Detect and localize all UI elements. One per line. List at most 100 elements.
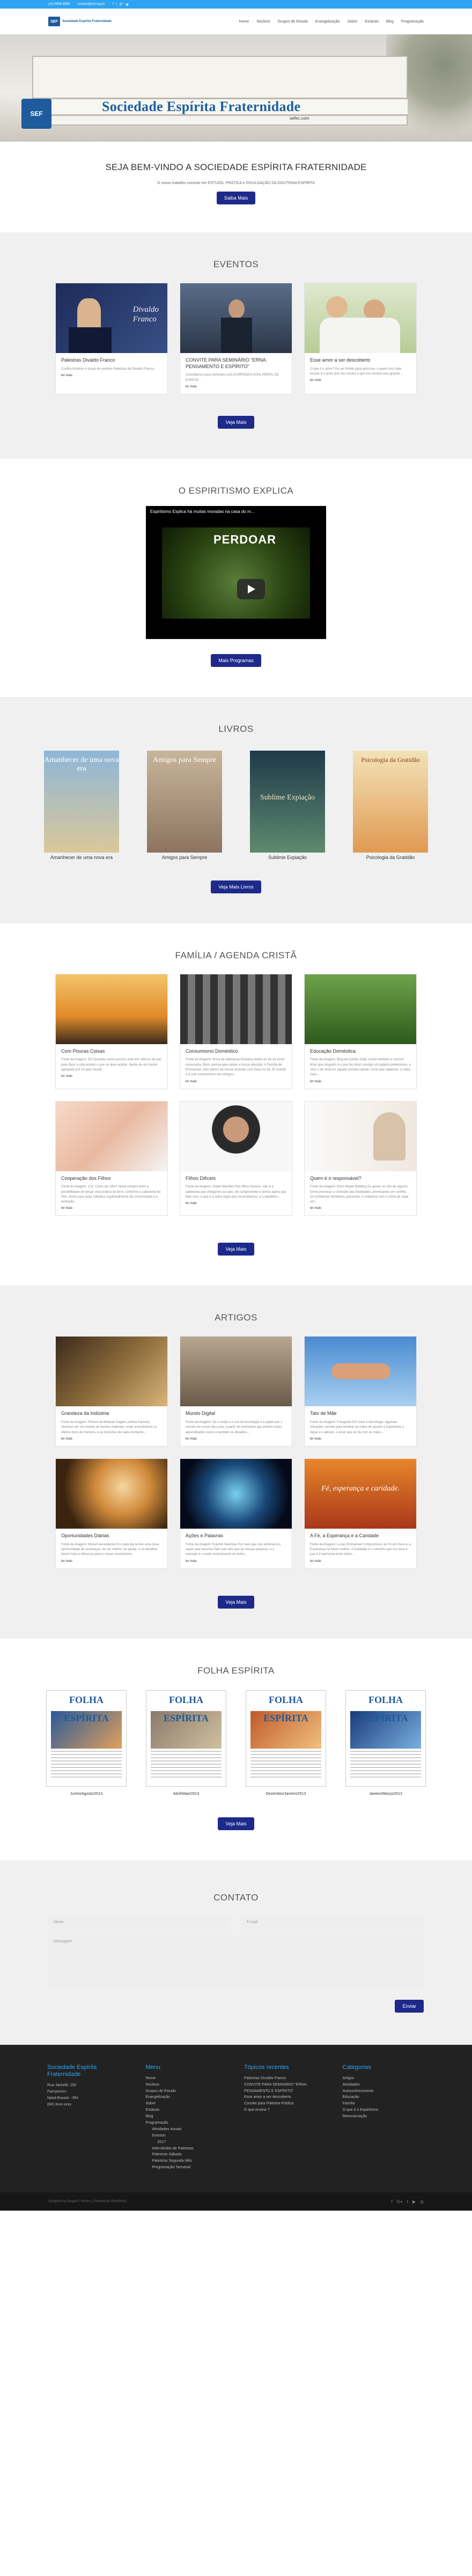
artigo-card[interactable]: Tato de Mãe Fonte da imagem: Fotografia E…: [304, 1336, 417, 1447]
folha-item[interactable]: FOLHA ESPÍRITA Dezembro/Janeiro/2013: [246, 1690, 326, 1796]
artigo-card[interactable]: Fé, esperança e caridade. A Fé, a Espera…: [304, 1458, 417, 1569]
artigo-card[interactable]: Ações e Palavras Fonte da imagem: Espírit…: [180, 1458, 292, 1569]
facebook-icon[interactable]: f: [112, 3, 113, 6]
ler-mais-link[interactable]: ler mais: [186, 1080, 286, 1083]
facebook-icon[interactable]: f: [391, 2199, 392, 2204]
ler-mais-link[interactable]: ler mais: [310, 379, 411, 382]
play-icon[interactable]: [237, 578, 265, 599]
recent-topic-link[interactable]: Esse amor a ser descoberto: [244, 2094, 327, 2101]
livro-caption[interactable]: Amigos para Sempre: [147, 855, 222, 861]
folha-caption[interactable]: Dezembro/Janeiro/2013: [246, 1792, 326, 1796]
artigo-card-title[interactable]: A Fé, a Esperança e a Caridade: [310, 1533, 411, 1539]
veja-mais-folha-button[interactable]: Veja Mais: [218, 1817, 254, 1830]
veja-mais-eventos-button[interactable]: Veja Mais: [218, 415, 254, 429]
footer-menu-item[interactable]: Grupos de Estudo: [146, 2088, 228, 2095]
category-link[interactable]: Artigos: [343, 2075, 425, 2082]
footer-menu-subitem[interactable]: Programação Semanal: [146, 2164, 228, 2171]
folha-item[interactable]: FOLHA ESPÍRITA Junho/Agosto/2013: [46, 1690, 127, 1796]
familia-card[interactable]: Educação Doméstica Fonte da imagem: Blog …: [304, 973, 417, 1089]
nav-item-estatuto[interactable]: Estatuto: [365, 20, 379, 24]
ler-mais-link[interactable]: ler mais: [61, 1207, 162, 1210]
footer-menu-item[interactable]: Estatuto: [146, 2107, 228, 2113]
evento-card[interactable]: CONVITE PARA SEMINÁRIO "ERNA: PENSAMENTO…: [180, 283, 292, 394]
folha-caption[interactable]: Janeiro/Março/2013: [345, 1792, 426, 1796]
livro-item[interactable]: Amanhecer de uma nova era Amanhecer de u…: [44, 750, 119, 861]
recent-topic-link[interactable]: O que ensina ?: [244, 2107, 327, 2113]
twitter-icon[interactable]: t: [407, 2199, 408, 2204]
artigo-card-title[interactable]: Tato de Mãe: [310, 1411, 411, 1417]
recent-topic-link[interactable]: Convite para Palestra Pública: [244, 2101, 327, 2107]
footer-menu-subitem[interactable]: Atividades Anuais: [146, 2126, 228, 2133]
evento-title[interactable]: Esse amor a ser descoberto: [310, 357, 411, 364]
livro-caption[interactable]: Psicologia da Gratidão: [353, 855, 428, 861]
veja-mais-livros-button[interactable]: Veja Mais Livros: [211, 880, 261, 893]
livro-caption[interactable]: Sublime Expiação: [250, 855, 325, 861]
veja-mais-artigos-button[interactable]: Veja Mais: [218, 1595, 254, 1609]
ler-mais-link[interactable]: ler mais: [310, 1080, 411, 1083]
twitter-icon[interactable]: t: [116, 3, 117, 6]
familia-card[interactable]: Com Poucas Coisas Fonte da imagem: Siri Q…: [55, 973, 168, 1089]
category-link[interactable]: O que é o Espiritismo: [343, 2107, 425, 2113]
familia-card[interactable]: Consumismo Doméstico Fonte da imagem: Nov…: [180, 973, 292, 1089]
footer-menu-subitem[interactable]: Intercâmbio de Palestras: [146, 2146, 228, 2152]
ler-mais-link[interactable]: ler mais: [310, 1207, 411, 1210]
footer-menu-item[interactable]: Núcleos: [146, 2082, 228, 2088]
ler-mais-link[interactable]: ler mais: [186, 1202, 286, 1205]
nav-item-grupos[interactable]: Grupos de Estudo: [278, 20, 308, 24]
nav-item-sobre[interactable]: Sobre: [348, 20, 358, 24]
familia-card-title[interactable]: Consumismo Doméstico: [186, 1048, 286, 1055]
artigo-card-title[interactable]: Ações e Palavras: [186, 1533, 286, 1539]
evento-card[interactable]: Divaldo Franco Palestras Divaldo Franco C…: [55, 283, 168, 394]
familia-card-title[interactable]: Cooperação dos Filhos: [61, 1176, 162, 1182]
familia-card[interactable]: Cooperação dos Filhos Fonte da imagem: 12…: [55, 1100, 168, 1216]
folha-item[interactable]: FOLHA ESPÍRITA Abril/Maio/2013: [146, 1690, 226, 1796]
category-link[interactable]: Autoconhecimento: [343, 2088, 425, 2095]
nav-item-blog[interactable]: Blog: [386, 20, 394, 24]
googleplus-icon[interactable]: g+: [120, 3, 123, 6]
familia-card-title[interactable]: Filhos Difíceis: [186, 1176, 286, 1182]
familia-card-title[interactable]: Educação Doméstica: [310, 1048, 411, 1055]
ler-mais-link[interactable]: ler mais: [310, 1560, 411, 1563]
familia-card-title[interactable]: Quem é o responsável?: [310, 1176, 411, 1182]
artigo-card[interactable]: Mundo Digital Fonte da imagem: Iris A vis…: [180, 1336, 292, 1447]
familia-card[interactable]: Filhos Difíceis Fonte da imagem: Super Ma…: [180, 1100, 292, 1216]
saiba-mais-button[interactable]: Saiba Mais: [216, 192, 256, 204]
rss-icon[interactable]: ◉: [126, 3, 129, 6]
ler-mais-link[interactable]: ler mais: [61, 1437, 162, 1441]
ler-mais-link[interactable]: ler mais: [186, 1437, 286, 1441]
googleplus-icon[interactable]: G+: [397, 2199, 403, 2204]
footer-menu-item[interactable]: Programação: [146, 2120, 228, 2126]
folha-item[interactable]: FOLHA ESPÍRITA Janeiro/Março/2013: [345, 1690, 426, 1796]
instagram-icon[interactable]: ◎: [420, 2199, 424, 2204]
evento-title[interactable]: CONVITE PARA SEMINÁRIO "ERNA: PENSAMENTO…: [186, 357, 286, 370]
livro-item[interactable]: Amigos para Sempre Amigos para Sempre: [147, 750, 222, 861]
evento-title[interactable]: Palestras Divaldo Franco: [61, 357, 162, 364]
footer-menu-item[interactable]: Home: [146, 2075, 228, 2082]
nav-item-programacao[interactable]: Programação: [401, 20, 424, 24]
enviar-button[interactable]: Enviar: [395, 1999, 424, 2013]
familia-card-title[interactable]: Com Poucas Coisas: [61, 1048, 162, 1055]
category-link[interactable]: Família: [343, 2101, 425, 2107]
footer-menu-subitem[interactable]: Palestras Sábado: [146, 2152, 228, 2158]
footer-menu-subitem[interactable]: 2017: [146, 2139, 228, 2146]
email-field[interactable]: E-mail: [241, 1916, 424, 1929]
artigo-card-title[interactable]: Grandeza da Indústria: [61, 1411, 162, 1417]
ler-mais-link[interactable]: ler mais: [186, 385, 286, 388]
category-link[interactable]: Atividades: [343, 2082, 425, 2088]
veja-mais-familia-button[interactable]: Veja Mais: [218, 1243, 254, 1256]
recent-topic-link[interactable]: Palestras Divaldo Franco: [244, 2075, 327, 2082]
ler-mais-link[interactable]: ler mais: [186, 1560, 286, 1563]
category-link[interactable]: Reencarnação: [343, 2113, 425, 2120]
nav-item-home[interactable]: Home: [239, 20, 249, 24]
ler-mais-link[interactable]: ler mais: [310, 1437, 411, 1441]
mais-programas-button[interactable]: Mais Programas: [211, 654, 261, 667]
livro-item[interactable]: Psicologia da Gratidão Psicologia da Gra…: [353, 750, 428, 861]
nav-item-nucleos[interactable]: Núcleos: [256, 20, 270, 24]
familia-card[interactable]: Quem é o responsável? Fonte da imagem: Er…: [304, 1100, 417, 1216]
recent-topic-link[interactable]: CONVITE PARA SEMINÁRIO "ERNA: PENSAMENTO…: [244, 2082, 327, 2095]
folha-caption[interactable]: Abril/Maio/2013: [146, 1792, 226, 1796]
artigo-card[interactable]: Grandeza da Indústria Fonte da imagem: Pi…: [55, 1336, 168, 1447]
message-field[interactable]: Mensagem: [48, 1935, 424, 1987]
email-text[interactable]: contato@sef.org.br: [77, 3, 105, 6]
artigo-card-title[interactable]: Oportunidades Diárias: [61, 1533, 162, 1539]
